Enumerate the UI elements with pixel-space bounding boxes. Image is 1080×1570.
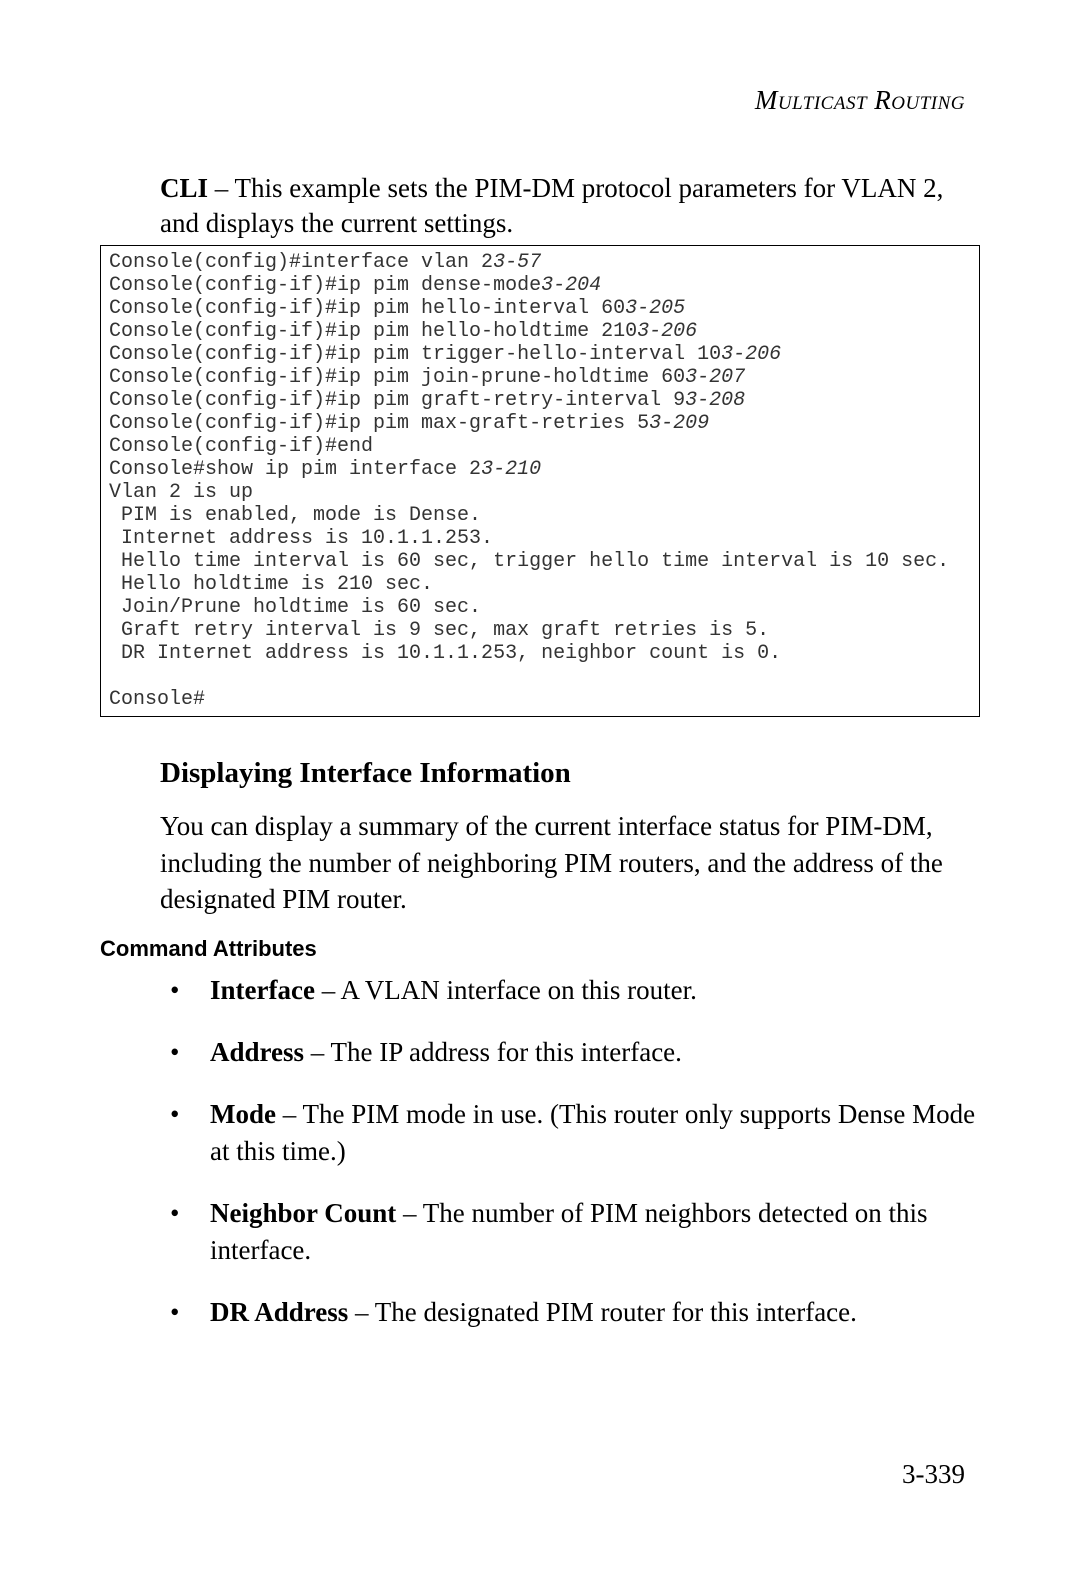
code-line: Console(config-if)#end <box>109 435 373 458</box>
code-ref: 3-204 <box>541 274 601 297</box>
page-number: 3-339 <box>902 1459 965 1490</box>
list-item: Neighbor Count – The number of PIM neigh… <box>160 1195 980 1268</box>
code-ref: 3-57 <box>493 251 541 274</box>
section-body: You can display a summary of the current… <box>160 808 980 917</box>
attr-term: Address <box>210 1037 304 1067</box>
code-line: Console(config)#interface vlan 2 <box>109 251 493 274</box>
attribute-list: Interface – A VLAN interface on this rou… <box>160 972 980 1331</box>
attr-desc: – A VLAN interface on this router. <box>315 975 697 1005</box>
code-line: Console# <box>109 688 205 711</box>
code-line: Console#show ip pim interface 2 <box>109 458 481 481</box>
cli-output-box: Console(config)#interface vlan 23-57 Con… <box>100 245 980 717</box>
code-line: PIM is enabled, mode is Dense. <box>109 504 481 527</box>
attr-term: DR Address <box>210 1297 348 1327</box>
attr-term: Mode <box>210 1099 276 1129</box>
code-line: Hello time interval is 60 sec, trigger h… <box>109 550 949 573</box>
attr-term: Neighbor Count <box>210 1198 396 1228</box>
code-ref: 3-210 <box>481 458 541 481</box>
code-line: Console(config-if)#ip pim hello-interval… <box>109 297 625 320</box>
attr-desc: – The IP address for this interface. <box>304 1037 682 1067</box>
code-line: Internet address is 10.1.1.253. <box>109 527 493 550</box>
list-item: Address – The IP address for this interf… <box>160 1034 980 1070</box>
intro-cli-label: CLI <box>160 173 208 203</box>
code-ref: 3-208 <box>685 389 745 412</box>
intro-paragraph: CLI – This example sets the PIM-DM proto… <box>160 171 980 241</box>
attr-desc: – The PIM mode in use. (This router only… <box>210 1099 975 1165</box>
code-ref: 3-209 <box>649 412 709 435</box>
section-title: Displaying Interface Information <box>160 757 980 790</box>
attr-term: Interface <box>210 975 315 1005</box>
list-item: Interface – A VLAN interface on this rou… <box>160 972 980 1008</box>
code-line: DR Internet address is 10.1.1.253, neigh… <box>109 642 781 665</box>
code-ref: 3-205 <box>625 297 685 320</box>
code-line: Console(config-if)#ip pim join-prune-hol… <box>109 366 685 389</box>
code-line: Console(config-if)#ip pim dense-mode <box>109 274 541 297</box>
code-line: Vlan 2 is up <box>109 481 253 504</box>
code-line: Console(config-if)#ip pim hello-holdtime… <box>109 320 637 343</box>
code-line: Console(config-if)#ip pim graft-retry-in… <box>109 389 685 412</box>
page-header: Multicast Routing <box>100 85 965 116</box>
attr-desc: – The designated PIM router for this int… <box>348 1297 857 1327</box>
code-line: Graft retry interval is 9 sec, max graft… <box>109 619 769 642</box>
code-line: Console(config-if)#ip pim max-graft-retr… <box>109 412 649 435</box>
code-line: Hello holdtime is 210 sec. <box>109 573 433 596</box>
page: Multicast Routing CLI – This example set… <box>0 0 1080 1570</box>
code-ref: 3-206 <box>721 343 781 366</box>
code-ref: 3-206 <box>637 320 697 343</box>
code-line: Join/Prune holdtime is 60 sec. <box>109 596 481 619</box>
list-item: DR Address – The designated PIM router f… <box>160 1294 980 1330</box>
intro-text: – This example sets the PIM-DM protocol … <box>160 173 943 238</box>
code-ref: 3-207 <box>685 366 745 389</box>
list-item: Mode – The PIM mode in use. (This router… <box>160 1096 980 1169</box>
code-line: Console(config-if)#ip pim trigger-hello-… <box>109 343 721 366</box>
command-attributes-header: Command Attributes <box>100 936 980 962</box>
